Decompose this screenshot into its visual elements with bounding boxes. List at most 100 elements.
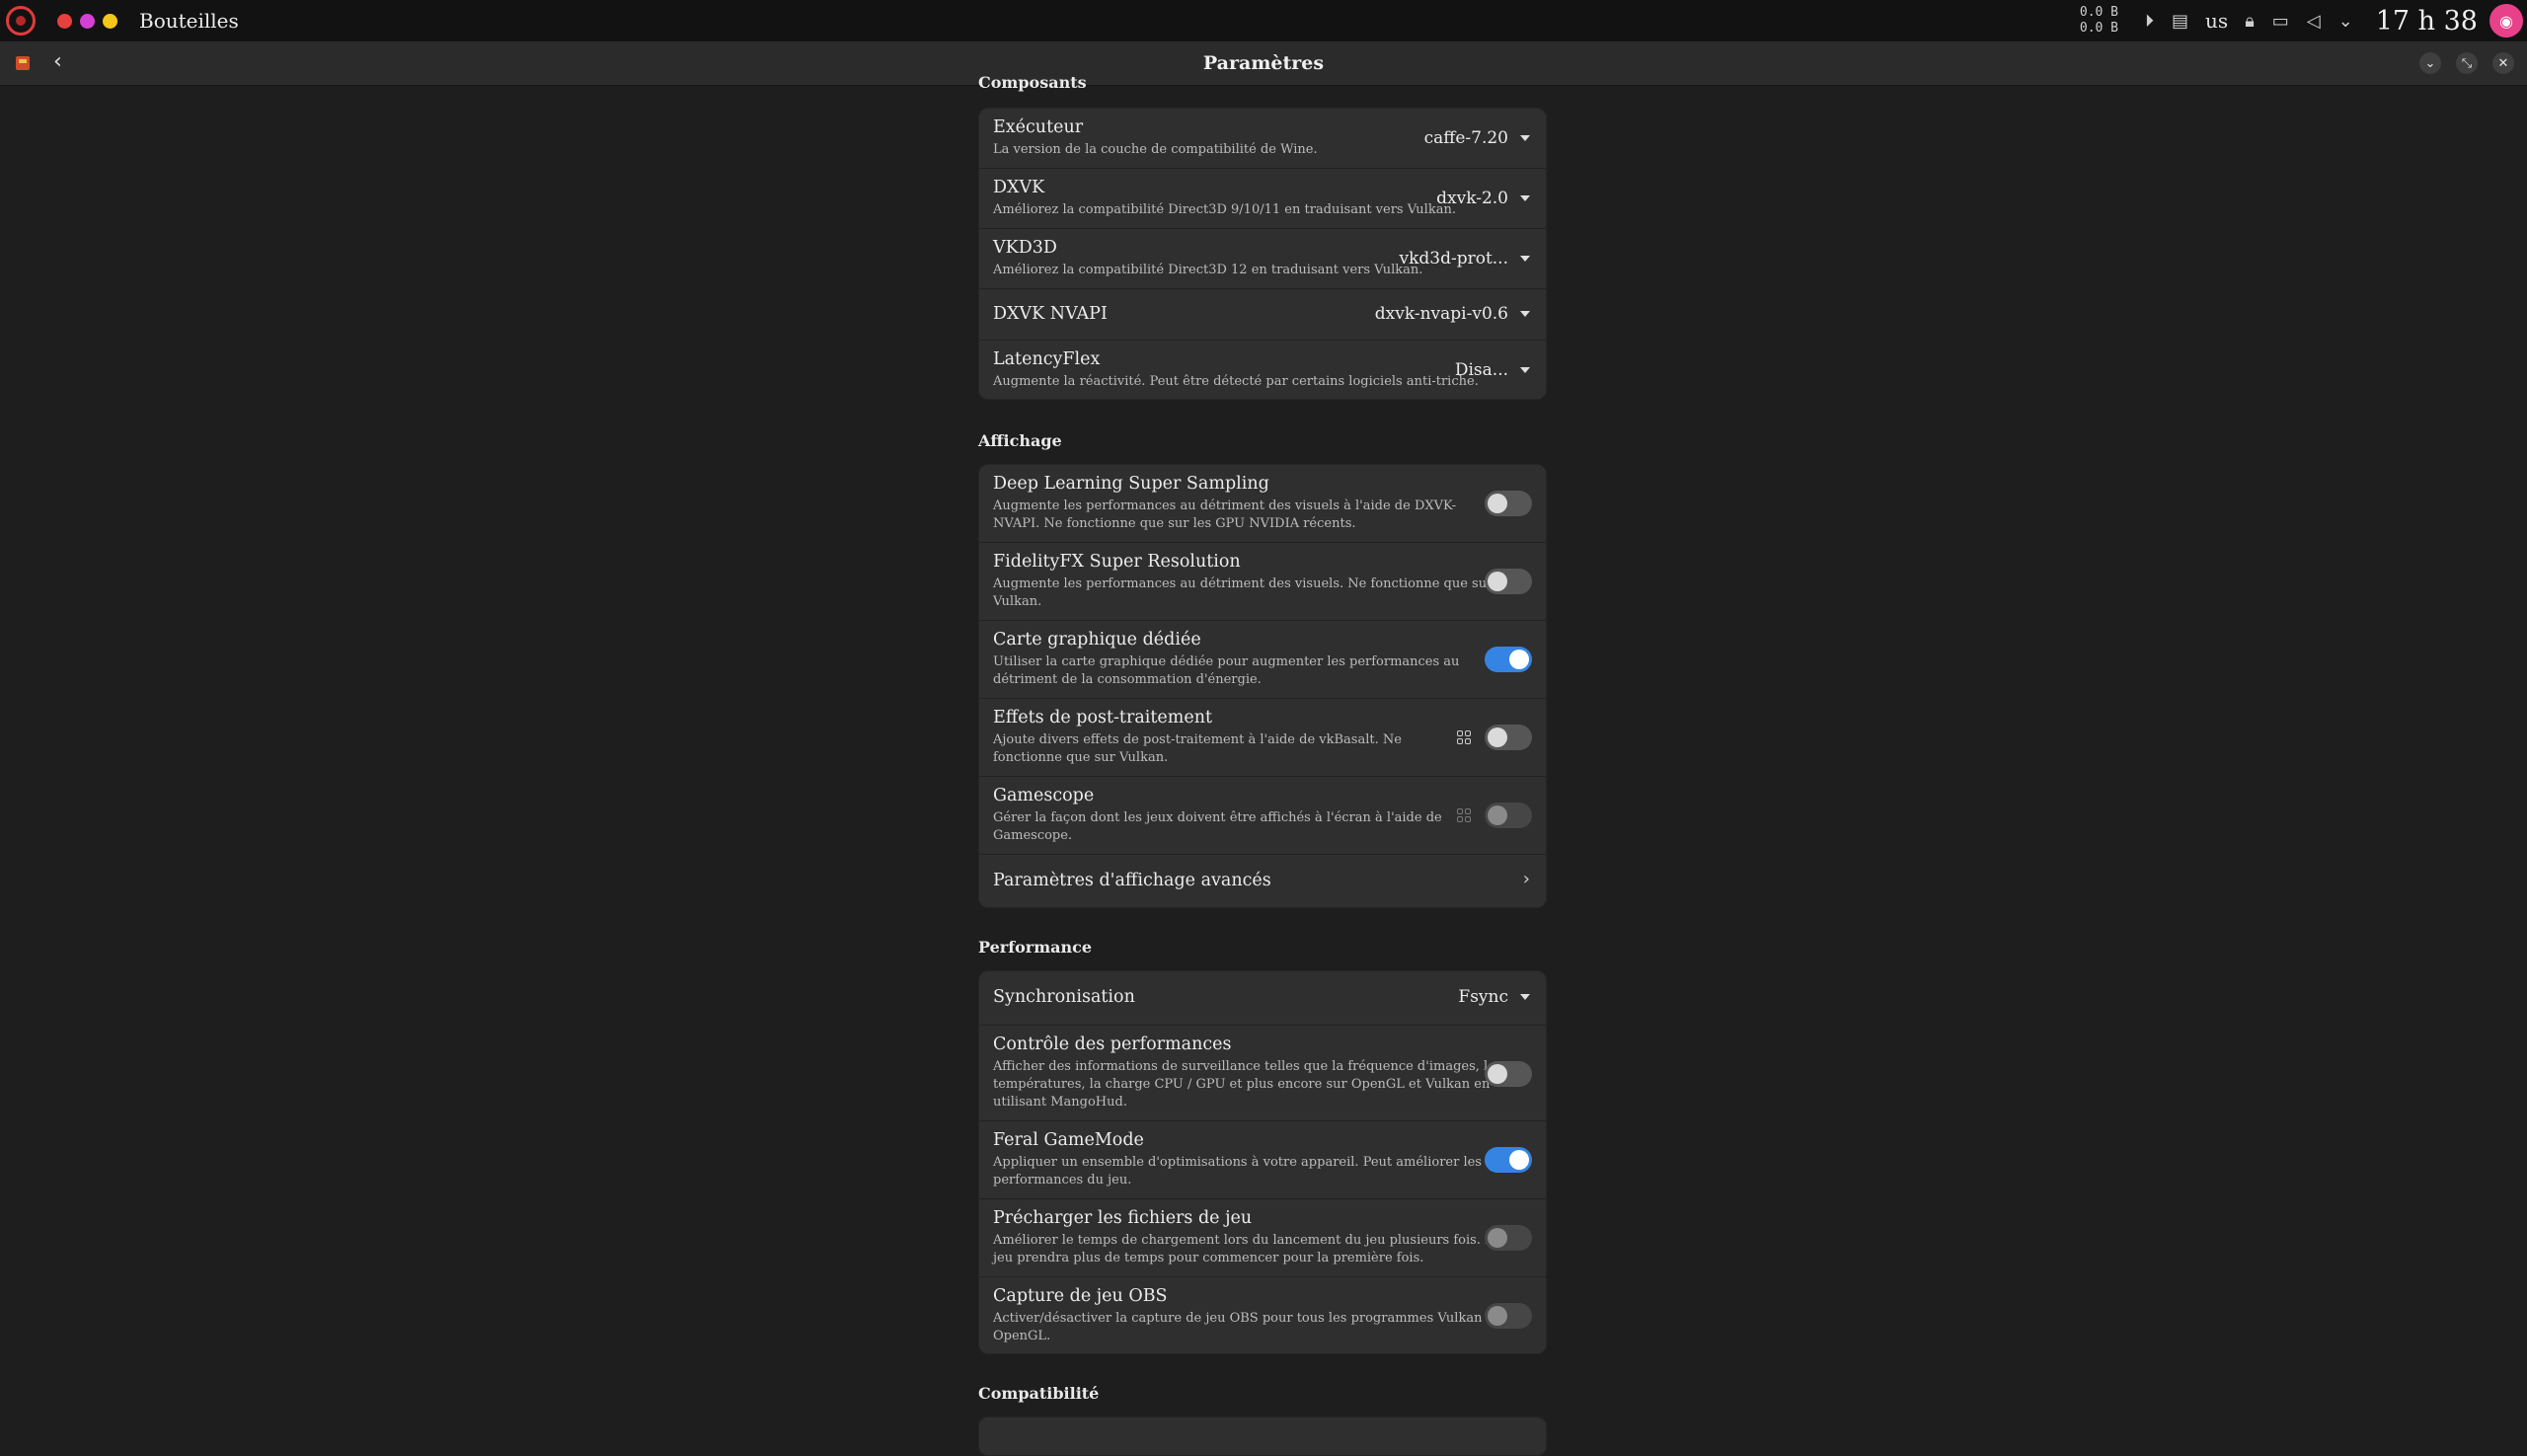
row-title: Paramètres d'affichage avancés [993, 871, 1271, 890]
fsr-row[interactable]: FidelityFX Super Resolution Augmente les… [979, 543, 1546, 621]
display-group: Deep Learning Super Sampling Augmente le… [978, 464, 1547, 908]
dxvk-dropdown[interactable]: dxvk-2.0 [1436, 189, 1530, 208]
post-processing-toggle[interactable] [1485, 725, 1532, 750]
menu-dropdown-button[interactable]: ⌄ [2419, 52, 2441, 74]
user-avatar[interactable]: ◉ [2489, 4, 2523, 38]
close-window-button[interactable]: ✕ [2492, 52, 2514, 74]
dlss-row[interactable]: Deep Learning Super Sampling Augmente le… [979, 465, 1546, 543]
clock[interactable]: 17 h 38 [2376, 6, 2478, 37]
minimize-window-dot[interactable] [103, 13, 117, 29]
row-subtitle: Augmente la réactivité. Peut être détect… [993, 374, 1479, 389]
obs-capture-row[interactable]: Capture de jeu OBS Activer/désactiver la… [979, 1277, 1546, 1353]
chevron-down-icon[interactable]: ⌄ [2338, 11, 2353, 32]
dxvk-nvapi-row[interactable]: DXVK NVAPI dxvk-nvapi-v0.6 [979, 289, 1546, 341]
section-title-components: Composants [978, 73, 1087, 92]
row-subtitle: Améliorez la compatibilité Direct3D 9/10… [993, 202, 1456, 217]
gamescope-row[interactable]: Gamescope Gérer la façon dont les jeux d… [979, 777, 1546, 855]
dlss-toggle[interactable] [1485, 491, 1532, 516]
subtitle-line: Utiliser la carte graphique dédiée pour … [993, 654, 1460, 669]
section-title-performance: Performance [978, 938, 1093, 957]
row-title: DXVK [993, 178, 1045, 197]
gamemode-row[interactable]: Feral GameMode Appliquer un ensemble d'o… [979, 1121, 1546, 1199]
toggle-knob [1509, 650, 1529, 669]
synchronisation-dropdown[interactable]: Fsync [1458, 987, 1530, 1007]
dedicated-gpu-toggle[interactable] [1485, 647, 1532, 672]
row-subtitle: Augmente les performances au détriment d… [993, 498, 1456, 533]
section-title-compatibility: Compatibilité [978, 1384, 1100, 1403]
restore-window-button[interactable]: ⤡ [2456, 52, 2478, 74]
row-title: DXVK NVAPI [993, 304, 1108, 324]
subtitle-line: Activer/désactiver la capture de jeu OBS… [993, 1311, 1499, 1326]
toggle-knob [1509, 1150, 1529, 1170]
latencyflex-dropdown[interactable]: Disa... [1455, 360, 1530, 380]
chevron-right-icon: › [1522, 869, 1530, 889]
row-title: LatencyFlex [993, 349, 1101, 369]
dropdown-arrow-icon [1520, 256, 1530, 262]
compatibility-group [978, 1417, 1547, 1456]
dedicated-gpu-row[interactable]: Carte graphique dédiée Utiliser la carte… [979, 621, 1546, 699]
network-download: 0.0 B [2079, 21, 2119, 36]
vkd3d-row[interactable]: VKD3D Améliorez la compatibilité Direct3… [979, 229, 1546, 289]
row-title: Capture de jeu OBS [993, 1286, 1168, 1306]
advanced-display-settings-row[interactable]: Paramètres d'affichage avancés › [979, 855, 1546, 907]
subtitle-line: Augmente les performances au détriment d… [993, 498, 1457, 513]
keyboard-layout[interactable]: us [2205, 9, 2228, 33]
close-window-dot[interactable] [57, 13, 72, 29]
dropdown-value: Disa... [1454, 360, 1508, 380]
display-icon[interactable]: ▭ [2272, 11, 2289, 32]
row-subtitle: Afficher des informations de surveillanc… [993, 1058, 1502, 1111]
row-title: Effets de post-traitement [993, 708, 1212, 728]
row-title: Feral GameMode [993, 1130, 1144, 1150]
row-subtitle: Utiliser la carte graphique dédiée pour … [993, 653, 1459, 689]
subtitle-line: Ajoute divers effets de post-traitement … [993, 732, 1402, 747]
lock-icon[interactable]: 🔒︎ [2245, 11, 2255, 32]
gamescope-toggle[interactable] [1485, 803, 1532, 828]
row-title: Gamescope [993, 786, 1095, 805]
subtitle-line: OpenGL. [993, 1329, 1051, 1343]
play-circle-icon[interactable]: ⏵ [2145, 11, 2154, 32]
row-title: Carte graphique dédiée [993, 630, 1201, 650]
row-title: Synchronisation [993, 987, 1135, 1007]
dxvk-row[interactable]: DXVK Améliorez la compatibilité Direct3D… [979, 169, 1546, 229]
subtitle-line: utilisant MangoHud. [993, 1095, 1127, 1110]
subtitle-line: Augmente les performances au détriment d… [993, 576, 1493, 591]
subtitle-line: jeu prendra plus de temps pour commencer… [993, 1251, 1424, 1265]
performance-monitor-row[interactable]: Contrôle des performances Afficher des i… [979, 1026, 1546, 1121]
latencyflex-row[interactable]: LatencyFlex Augmente la réactivité. Peut… [979, 341, 1546, 399]
volume-icon[interactable]: ◁ [2307, 11, 2321, 32]
post-processing-row[interactable]: Effets de post-traitement Ajoute divers … [979, 699, 1546, 777]
fsr-toggle[interactable] [1485, 569, 1532, 594]
obs-capture-toggle[interactable] [1485, 1303, 1532, 1329]
clipboard-icon[interactable]: ▤ [2172, 11, 2188, 32]
dropdown-arrow-icon [1520, 135, 1530, 141]
toggle-knob [1488, 572, 1507, 591]
dropdown-value: dxvk-2.0 [1436, 189, 1508, 208]
synchronisation-row[interactable]: Synchronisation Fsync [979, 971, 1546, 1026]
subtitle-line: Gamescope. [993, 828, 1073, 843]
performance-monitor-toggle[interactable] [1485, 1061, 1532, 1087]
row-subtitle: Augmente les performances au détriment d… [993, 575, 1493, 611]
row-title: Contrôle des performances [993, 1035, 1232, 1054]
preload-files-toggle[interactable] [1485, 1225, 1532, 1251]
toggle-knob [1488, 1064, 1507, 1084]
subtitle-line: températures, la charge CPU / GPU et plu… [993, 1077, 1491, 1092]
dropdown-value: Fsync [1458, 987, 1508, 1007]
vkd3d-dropdown[interactable]: vkd3d-prot... [1399, 249, 1530, 268]
subtitle-line: Améliorer le temps de chargement lors du… [993, 1233, 1501, 1248]
row-subtitle: Améliorer le temps de chargement lors du… [993, 1232, 1500, 1267]
subtitle-line: Appliquer un ensemble d'optimisations à … [993, 1155, 1482, 1170]
network-speed: 0.0 B 0.0 B [2080, 5, 2118, 37]
section-title-display: Affichage [978, 431, 1062, 450]
post-processing-settings-icon[interactable] [1457, 730, 1471, 744]
gamemode-toggle[interactable] [1485, 1147, 1532, 1173]
preload-files-row[interactable]: Précharger les fichiers de jeu Améliorer… [979, 1199, 1546, 1277]
subtitle-line: performances du jeu. [993, 1173, 1132, 1188]
row-subtitle: Activer/désactiver la capture de jeu OBS… [993, 1310, 1499, 1345]
subtitle-line: NVAPI. Ne fonctionne que sur les GPU NVI… [993, 516, 1356, 531]
dxvk-nvapi-dropdown[interactable]: dxvk-nvapi-v0.6 [1375, 304, 1530, 324]
maximize-window-dot[interactable] [80, 13, 95, 29]
executor-dropdown[interactable]: caffe-7.20 [1424, 128, 1530, 148]
executor-row[interactable]: Exécuteur La version de la couche de com… [979, 109, 1546, 169]
distro-logo-icon[interactable] [6, 6, 36, 36]
subtitle-line: Gérer la façon dont les jeux doivent êtr… [993, 810, 1442, 825]
